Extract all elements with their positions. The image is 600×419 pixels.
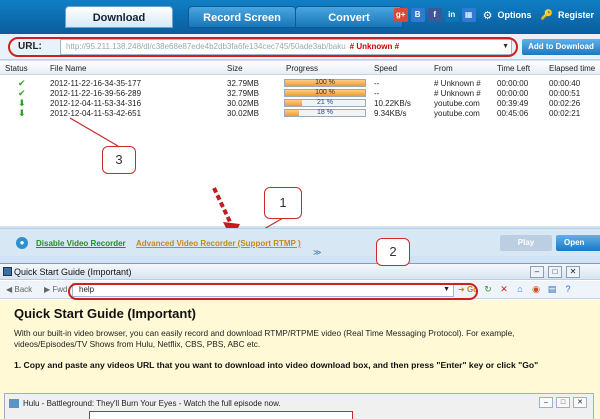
guide-titlebar: Quick Start Guide (Important) – □ ✕	[0, 264, 600, 280]
guide-step-1: 1. Copy and paste any videos URL that yo…	[14, 360, 539, 370]
nested-browser-window: Hulu - Battleground: They'll Burn Your E…	[4, 393, 594, 419]
advanced-video-recorder-link[interactable]: Advanced Video Recorder (Support RTMP )	[136, 239, 301, 248]
guide-content: Quick Start Guide (Important) With our b…	[0, 300, 600, 419]
nav-icons: ↻ ✕ ⌂ ◉ ▤ ?	[482, 283, 574, 295]
browser-icon	[9, 399, 19, 408]
back-button[interactable]: ◀ Back	[6, 285, 32, 294]
video-recorder-icon: ●	[16, 237, 28, 249]
back-label: Back	[14, 285, 33, 294]
guide-heading: Quick Start Guide (Important)	[14, 306, 197, 321]
settings-icon[interactable]: ▤	[546, 283, 558, 295]
app-icon	[3, 267, 12, 276]
refresh-icon[interactable]: ↻	[482, 283, 494, 295]
close-button[interactable]: ✕	[566, 266, 580, 278]
forward-label: Fwd	[52, 285, 68, 294]
quick-start-guide-window: Quick Start Guide (Important) – □ ✕ ◀ Ba…	[0, 263, 600, 419]
play-button[interactable]: Play	[500, 235, 552, 251]
nested-minimize-button[interactable]: –	[539, 397, 553, 408]
help-icon[interactable]: ?	[562, 283, 574, 295]
home-icon[interactable]: ⌂	[514, 283, 526, 295]
guide-window-title: Quick Start Guide (Important)	[14, 267, 132, 277]
expand-chevron-icon[interactable]: ≫	[313, 248, 321, 257]
disable-video-recorder-link[interactable]: Disable Video Recorder	[36, 239, 126, 248]
guide-intro: With our built-in video browser, you can…	[14, 328, 515, 349]
highlight-ellipse-address	[68, 283, 478, 300]
recorder-toolbar: ● Disable Video Recorder Advanced Video …	[0, 228, 600, 257]
arrow-dashed	[212, 187, 233, 225]
nested-window-title: Hulu - Battleground: They'll Burn Your E…	[23, 399, 281, 408]
stop-icon[interactable]: ✕	[498, 283, 510, 295]
maximize-button[interactable]: □	[548, 266, 562, 278]
callout-1: 1	[264, 187, 302, 219]
nested-maximize-button[interactable]: □	[556, 397, 570, 408]
open-folder-button[interactable]: Open Folder	[556, 235, 600, 251]
callout-2: 2	[376, 238, 410, 266]
minimize-button[interactable]: –	[530, 266, 544, 278]
search-icon[interactable]: ◉	[530, 283, 542, 295]
nested-close-button[interactable]: ✕	[573, 397, 587, 408]
callout-3-pointer	[69, 117, 119, 147]
nested-url-input[interactable]	[89, 411, 353, 419]
forward-button[interactable]: ▶ Fwd	[44, 285, 68, 294]
